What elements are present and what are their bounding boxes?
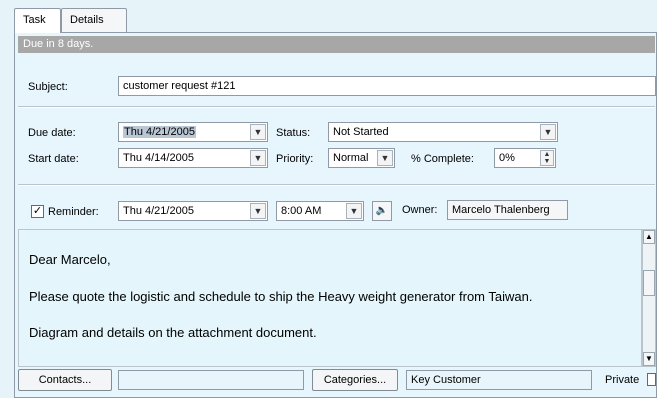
start-date-label: Start date: <box>28 153 79 165</box>
body-line-1: Please quote the logistic and schedule t… <box>29 289 533 304</box>
due-date-picker[interactable]: Thu 4/21/2005 ▼ <box>118 122 268 142</box>
reminder-time-select[interactable]: 8:00 AM ▼ <box>276 201 364 221</box>
tab-details[interactable]: Details <box>61 8 127 32</box>
priority-label: Priority: <box>276 153 314 165</box>
chevron-down-icon[interactable]: ▼ <box>540 124 556 140</box>
private-label: Private <box>605 374 640 386</box>
scroll-up-icon[interactable]: ▲ <box>643 230 655 244</box>
subject-label: Subject: <box>28 81 68 93</box>
body-line-2: Diagram and details on the attachment do… <box>29 325 317 340</box>
contacts-field[interactable] <box>118 370 304 390</box>
chevron-down-icon[interactable]: ▼ <box>346 203 362 219</box>
owner-field: Marcelo Thalenberg <box>447 200 568 220</box>
task-body-editor[interactable]: Dear Marcelo, Please quote the logistic … <box>18 229 642 367</box>
status-label: Status: <box>276 127 311 139</box>
owner-label: Owner: <box>402 204 438 216</box>
divider <box>18 107 655 108</box>
priority-select[interactable]: Normal ▼ <box>328 148 395 168</box>
task-panel: Due in 8 days. Subject: customer request… <box>14 32 657 398</box>
chevron-down-icon[interactable]: ▼ <box>250 203 266 219</box>
body-greeting: Dear Marcelo, <box>29 252 111 267</box>
check-icon: ✓ <box>32 205 43 217</box>
due-info-bar: Due in 8 days. <box>18 36 655 53</box>
chevron-down-icon[interactable]: ▼ <box>377 150 393 166</box>
reminder-checkbox[interactable]: ✓ <box>31 205 44 218</box>
chevron-down-icon[interactable]: ▼ <box>250 124 266 140</box>
reminder-label: Reminder: <box>48 206 99 218</box>
contacts-button[interactable]: Contacts... <box>18 369 112 391</box>
vertical-scrollbar[interactable]: ▲ ▼ <box>642 229 656 367</box>
subject-input[interactable]: customer request #121 <box>118 76 656 96</box>
status-select[interactable]: Not Started ▼ <box>328 122 558 142</box>
divider <box>18 185 655 186</box>
tab-task[interactable]: Task <box>14 8 61 33</box>
private-checkbox[interactable] <box>647 373 656 386</box>
spin-icon[interactable]: ▲ ▼ <box>540 150 554 166</box>
scroll-down-icon[interactable]: ▼ <box>643 352 655 366</box>
speaker-icon[interactable]: 🔈 <box>372 201 392 221</box>
start-date-picker[interactable]: Thu 4/14/2005 ▼ <box>118 148 268 168</box>
complete-spinner[interactable]: 0% ▲ ▼ <box>494 148 556 168</box>
scroll-thumb[interactable] <box>643 270 655 296</box>
reminder-date-picker[interactable]: Thu 4/21/2005 ▼ <box>118 201 268 221</box>
chevron-down-icon[interactable]: ▼ <box>250 150 266 166</box>
categories-button[interactable]: Categories... <box>312 369 398 391</box>
categories-field[interactable]: Key Customer <box>406 370 592 390</box>
complete-label: % Complete: <box>411 153 474 165</box>
due-date-label: Due date: <box>28 127 76 139</box>
